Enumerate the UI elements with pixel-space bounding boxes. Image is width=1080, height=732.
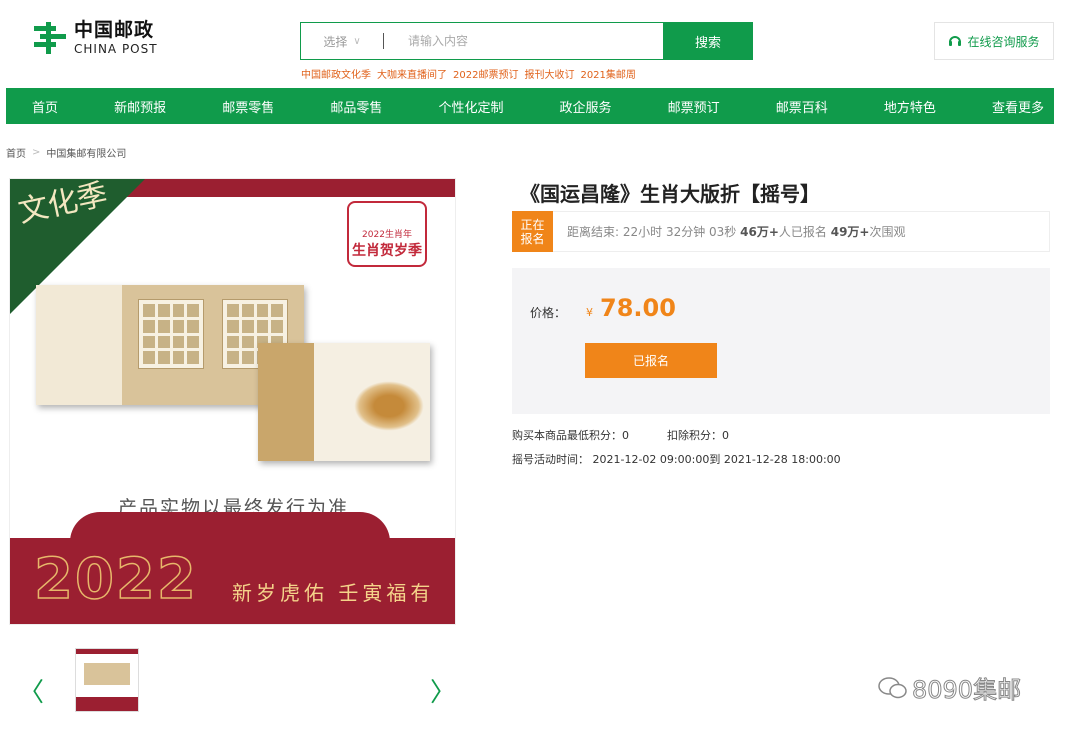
- product-title: 《国运昌隆》生肖大版折【摇号】: [520, 182, 820, 206]
- main-nav: 首页 新邮预报 邮票零售 邮品零售 个性化定制 政企服务 邮票预订 邮票百科 地…: [6, 88, 1054, 124]
- countdown: 距离结束: 22小时 32分钟 03秒: [567, 225, 737, 239]
- signup-count-suffix: 人已报名: [778, 225, 827, 239]
- headset-icon: [949, 36, 962, 46]
- zodiac-season-badge: 2022生肖年 生肖贺岁季: [347, 201, 427, 267]
- watermark: 8090集邮: [878, 670, 1022, 705]
- breadcrumb-separator-icon: >: [32, 147, 41, 158]
- watermark-text: 8090集邮: [911, 676, 1022, 705]
- breadcrumb-home[interactable]: 首页: [6, 145, 26, 160]
- signup-status-bar: 正在报名 距离结束: 22小时 32分钟 03秒 46万+人已报名 49万+次围…: [512, 211, 1050, 252]
- thumbnail-next-icon[interactable]: 〉: [430, 672, 456, 709]
- nav-item-local-specialty[interactable]: 地方特色: [884, 97, 936, 116]
- search-button[interactable]: 搜索: [663, 22, 753, 60]
- stamp-sheet-left: [138, 299, 204, 369]
- status-badge: 正在报名: [512, 211, 553, 252]
- deduct-points: 扣除积分：0: [667, 429, 729, 442]
- nav-item-stamp-retail[interactable]: 邮票零售: [222, 97, 274, 116]
- nav-item-philatelic-retail[interactable]: 邮品零售: [330, 97, 382, 116]
- hot-link[interactable]: 2021集邮周: [580, 66, 635, 81]
- product-thumbnail[interactable]: [75, 648, 139, 712]
- breadcrumb-current[interactable]: 中国集邮有限公司: [46, 145, 126, 160]
- currency-symbol: ¥: [586, 306, 593, 319]
- chevron-down-icon: ∨: [353, 35, 361, 47]
- hot-link[interactable]: 2022邮票预订: [453, 66, 518, 81]
- image-year: 2022: [33, 546, 198, 613]
- china-post-logo-icon: [34, 22, 66, 54]
- view-count: 49万+: [830, 225, 870, 239]
- nav-item-personalized[interactable]: 个性化定制: [438, 97, 503, 116]
- nav-item-stamp-encyclopedia[interactable]: 邮票百科: [776, 97, 828, 116]
- thumbnail-prev-icon[interactable]: 〈: [18, 672, 44, 709]
- lottery-period: 摇号活动时间： 2021-12-02 09:00:00到 2021-12-28 …: [512, 453, 841, 466]
- hot-link[interactable]: 中国邮政文化季: [301, 66, 371, 81]
- nav-item-stamp-preorder[interactable]: 邮票预订: [668, 97, 720, 116]
- countdown-text: 距离结束: 22小时 32分钟 03秒 46万+人已报名 49万+次围观: [567, 223, 906, 240]
- china-post-logo[interactable]: 中国邮政 CHINA POST: [32, 20, 158, 56]
- nav-item-new-stamp-forecast[interactable]: 新邮预报: [114, 97, 166, 116]
- wechat-icon: [878, 676, 907, 698]
- folder-art-panel: [36, 285, 122, 405]
- points-info: 购买本商品最低积分：0 扣除积分：0: [512, 427, 729, 443]
- image-bottom-band: 2022 新岁虎佑 壬寅福有: [10, 538, 455, 624]
- hot-link[interactable]: 报刊大收订: [524, 66, 574, 81]
- image-slogan: 新岁虎佑 壬寅福有: [232, 581, 435, 605]
- product-main-image: 文化季 2022生肖年 生肖贺岁季 产品实物以最终发行为准 2022 新岁虎佑 …: [9, 178, 456, 625]
- search-category-label: 选择: [323, 34, 348, 49]
- price-value: 78.00: [600, 294, 676, 322]
- logo-chinese: 中国邮政: [74, 19, 155, 41]
- hot-links: 中国邮政文化季 大咖来直播间了 2022邮票预订 报刊大收订 2021集邮周: [301, 66, 636, 81]
- signup-button[interactable]: 已报名: [585, 343, 717, 378]
- breadcrumb: 首页 > 中国集邮有限公司: [6, 145, 126, 160]
- min-points: 购买本商品最低积分：0: [512, 429, 629, 442]
- nav-item-enterprise[interactable]: 政企服务: [560, 97, 612, 116]
- nav-item-home[interactable]: 首页: [32, 97, 58, 116]
- logo-english: CHINA POST: [74, 42, 158, 56]
- hot-link[interactable]: 大咖来直播间了: [377, 66, 447, 81]
- folder-cover: [258, 343, 430, 461]
- site-header: 中国邮政 CHINA POST 选择 ∨ 搜索 中国邮政文化季 大咖来直播间了 …: [0, 0, 1080, 88]
- nav-item-more[interactable]: 查看更多: [992, 97, 1044, 116]
- online-consult-button[interactable]: 在线咨询服务: [934, 22, 1054, 60]
- badge-title: 生肖贺岁季: [352, 243, 422, 259]
- tiger-illustration: [354, 381, 424, 431]
- badge-year: 2022生肖年: [362, 230, 412, 240]
- signup-count: 46万+: [740, 225, 779, 239]
- price-panel: 价格： ¥ 78.00 已报名: [512, 268, 1050, 414]
- search-input[interactable]: [384, 23, 663, 59]
- online-consult-label: 在线咨询服务: [967, 34, 1040, 49]
- price-label: 价格：: [530, 306, 567, 320]
- view-count-suffix: 次围观: [869, 225, 906, 239]
- search-category-select[interactable]: 选择 ∨: [301, 23, 383, 59]
- search-bar: 选择 ∨ 搜索: [300, 22, 753, 60]
